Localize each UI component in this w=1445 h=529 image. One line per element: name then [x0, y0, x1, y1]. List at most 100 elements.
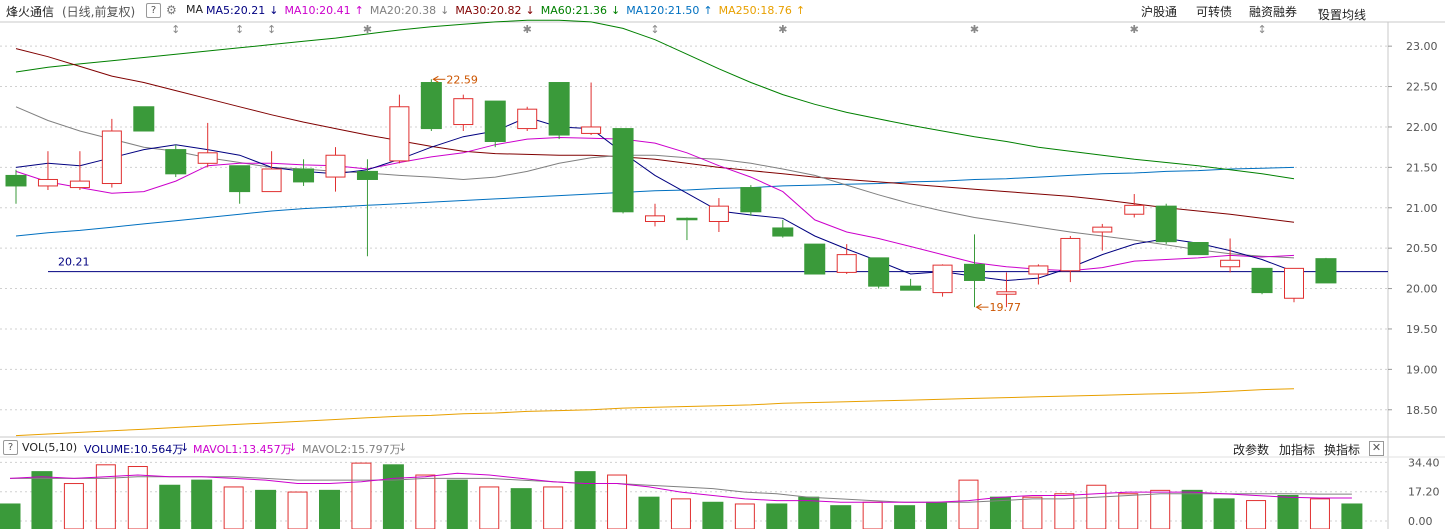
- candle-body-up: [325, 154, 346, 178]
- candle-body-up: [996, 291, 1017, 295]
- volume-bar-up: [862, 501, 883, 529]
- volume-bar-down: [255, 489, 277, 529]
- volume-bar-up: [415, 474, 436, 529]
- candle-body-up: [645, 215, 665, 222]
- reference-line-label: 20.21: [58, 256, 90, 269]
- volume-bar-down: [1277, 494, 1299, 529]
- candle-body-down: [740, 187, 762, 213]
- candle-body-down: [612, 128, 634, 213]
- volume-bar-down: [926, 501, 948, 529]
- candle-body-up: [1060, 237, 1081, 272]
- price-tick-label: 23.00: [1406, 40, 1438, 53]
- event-marker: ↕: [650, 23, 659, 36]
- volume-bar-down: [446, 479, 468, 529]
- volume-bar-down: [830, 505, 852, 529]
- candle-body-up: [932, 264, 953, 294]
- volume-bar-down: [1181, 489, 1203, 529]
- candle-body-up: [1092, 226, 1113, 233]
- event-marker: ↕: [267, 23, 276, 36]
- change-params-button[interactable]: 改参数: [1233, 441, 1269, 458]
- volume-bar-down: [31, 471, 53, 529]
- volume-bar-up: [1309, 498, 1330, 529]
- candle-body-down: [964, 263, 985, 281]
- volume-bar-down: [766, 503, 788, 529]
- candle-body-down: [900, 285, 922, 291]
- volume-arrow: ↓: [180, 441, 190, 454]
- volume-bar-up: [63, 483, 84, 529]
- switch-indicator-button[interactable]: 换指标: [1324, 441, 1360, 458]
- volume-bar-up: [287, 491, 308, 529]
- volume-bar-down: [894, 505, 916, 529]
- candle-body-up: [197, 152, 218, 164]
- event-marker: ✱: [1130, 23, 1139, 36]
- price-tick-label: 22.00: [1406, 121, 1438, 134]
- volume-title: VOL(5,10): [22, 441, 78, 454]
- candle-body-up: [1220, 259, 1241, 268]
- candle-body-down: [165, 149, 187, 175]
- volume-bar-up: [670, 498, 691, 529]
- candle-body-down: [5, 174, 27, 187]
- volume-bar-up: [223, 486, 244, 529]
- candle-body-down: [420, 82, 442, 130]
- volume-bar-down: [702, 501, 724, 529]
- candle-body-down: [868, 257, 890, 287]
- event-marker: ✱: [970, 23, 979, 36]
- volume-bar-up: [958, 479, 979, 529]
- mavol1-value: MAVOL1:13.457万: [193, 443, 292, 456]
- volume-bar-down: [191, 479, 213, 529]
- candle-body-down: [229, 165, 251, 193]
- price-tick-label: 19.00: [1406, 363, 1438, 376]
- event-marker: ↕: [235, 23, 244, 36]
- candle-body-up: [1124, 204, 1145, 215]
- candle-body-down: [1315, 258, 1337, 284]
- volume-help-button[interactable]: ?: [3, 440, 18, 455]
- candle-body-up: [453, 98, 474, 126]
- price-tick-label: 21.00: [1406, 202, 1438, 215]
- volume-bar-up: [95, 464, 116, 529]
- volume-tick-label: 34.40: [1408, 456, 1440, 469]
- candle-body-up: [37, 178, 58, 187]
- volume-bar-down: [1341, 503, 1363, 529]
- volume-bar-up: [1086, 484, 1107, 529]
- price-tick-label: 22.50: [1406, 81, 1438, 94]
- candle-body-down: [1251, 267, 1273, 294]
- candle-body-down: [548, 82, 570, 136]
- event-marker: ↕: [171, 23, 180, 36]
- volume-bar-down: [798, 496, 820, 529]
- price-tick-label: 20.50: [1406, 242, 1438, 255]
- mavol1-arrow: ↓: [288, 441, 298, 454]
- annotation-label: 19.77: [990, 301, 1022, 314]
- volume-bar-up: [1246, 500, 1267, 529]
- candle-body-up: [69, 180, 90, 189]
- candle-body-down: [1187, 242, 1209, 256]
- volume-bar-down: [319, 489, 340, 529]
- event-marker: ✱: [523, 23, 532, 36]
- candle-body-down: [676, 217, 698, 221]
- volume-tick-label: 0.00: [1408, 515, 1433, 528]
- price-tick-label: 21.50: [1406, 161, 1438, 174]
- volume-bar-down: [574, 471, 596, 529]
- price-tick-label: 20.00: [1406, 283, 1438, 296]
- candle-body-up: [836, 254, 857, 273]
- mavol2-value: MAVOL2:15.797万: [302, 443, 401, 456]
- volume-header: ? VOL(5,10) VOLUME:10.564万 ↓ MAVOL1:13.4…: [0, 438, 1445, 458]
- volume-bar-down: [989, 496, 1011, 529]
- volume-bar-down: [0, 503, 21, 529]
- candle-body-up: [1284, 267, 1304, 299]
- price-tick-label: 18.50: [1406, 404, 1438, 417]
- ma250-line: [15, 388, 1295, 437]
- price-tick-label: 19.50: [1406, 323, 1438, 336]
- candle-body-down: [293, 168, 315, 183]
- candle-body-down: [133, 106, 155, 132]
- volume-bar-up: [734, 503, 755, 529]
- candle-body-down: [356, 170, 378, 180]
- close-icon[interactable]: ✕: [1369, 441, 1384, 456]
- candle-body-up: [389, 106, 410, 162]
- volume-tick-label: 17.20: [1408, 486, 1440, 499]
- add-indicator-button[interactable]: 加指标: [1279, 441, 1315, 458]
- volume-bar-up: [351, 462, 372, 529]
- candle-body-up: [261, 168, 282, 193]
- volume-bar-down: [510, 488, 532, 529]
- candle-body-up: [1028, 265, 1049, 275]
- volume-bar-down: [382, 464, 404, 529]
